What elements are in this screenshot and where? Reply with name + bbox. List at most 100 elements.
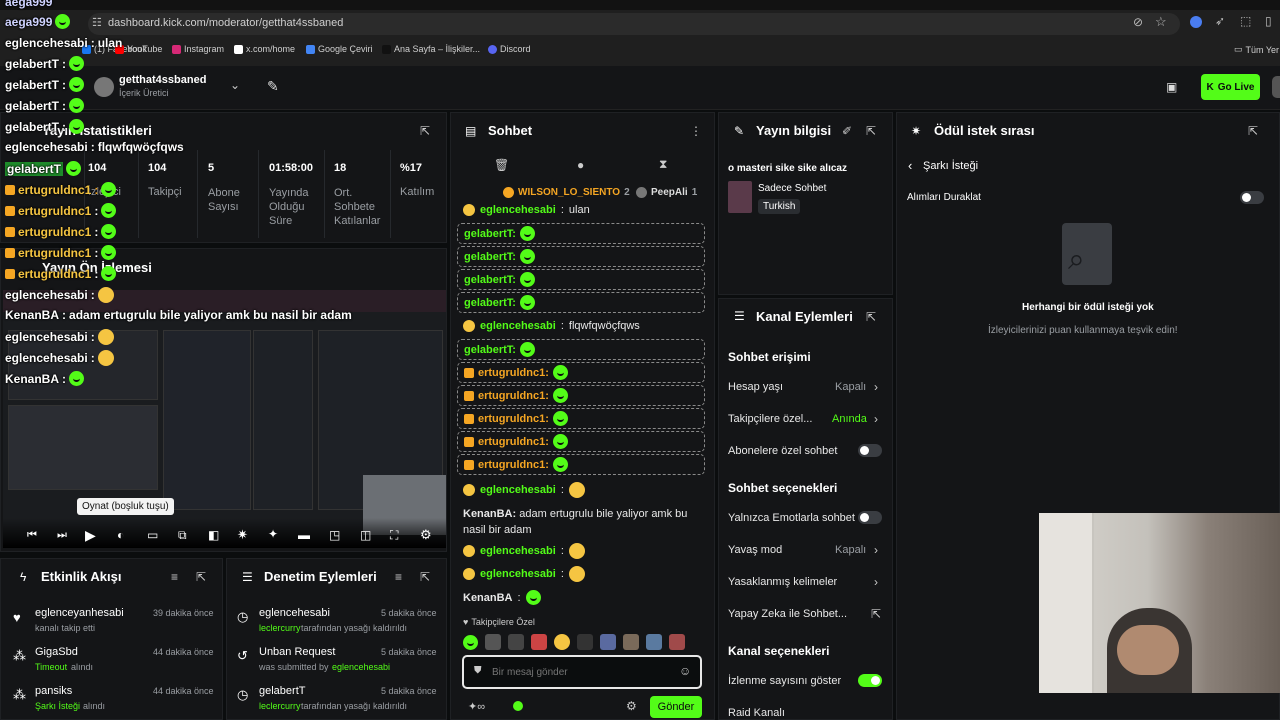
ai-chat-option[interactable]: Yapay Zeka ile Sohbet... [728, 608, 847, 620]
chat-message[interactable]: gelabertT: [457, 292, 705, 313]
chat-message[interactable]: ertugruldnc1: [457, 431, 705, 452]
go-live-button[interactable]: K Go Live [1201, 74, 1260, 100]
chat-message[interactable]: gelabertT: [457, 269, 705, 290]
moderation-item[interactable]: ◷ eglencehesabi leclercurry tarafından y… [237, 607, 442, 637]
mute-icon[interactable]: ◧ [208, 528, 219, 542]
chat-message[interactable]: gelabertT: [457, 246, 705, 267]
chevron-right-icon[interactable]: › [874, 575, 878, 589]
emote[interactable] [577, 634, 593, 650]
chat-message[interactable]: KenanBA: adam ertugrulu bile yaliyor amk… [463, 506, 703, 538]
extension-icon[interactable] [1190, 16, 1202, 28]
send-button[interactable]: Gönder [650, 696, 702, 718]
chat-message[interactable]: ertugruldnc1: [457, 454, 705, 475]
chat-message[interactable]: gelabertT: [457, 339, 705, 360]
chevron-right-icon[interactable]: › [874, 412, 878, 426]
kick-coin-icon[interactable] [513, 701, 523, 711]
star-icon[interactable]: ☆ [1155, 14, 1167, 30]
skip-back-icon[interactable]: ⏮ [27, 529, 37, 542]
chat-message[interactable]: eglencehesabi: flqwfqwöçfqws [463, 320, 640, 332]
emote[interactable] [463, 634, 478, 650]
popout-icon[interactable]: ⇱ [420, 124, 430, 138]
song-request-back[interactable]: Şarkı İsteği [923, 160, 978, 172]
external-link-icon[interactable]: ⇱ [871, 607, 881, 621]
avatar[interactable] [94, 77, 114, 97]
chevron-right-icon[interactable]: › [874, 380, 878, 394]
sparkle-icon[interactable]: ✦ [268, 527, 278, 541]
studio-icon[interactable]: ▣ [1166, 80, 1177, 94]
popout-icon[interactable]: ⇱ [866, 310, 876, 324]
emote[interactable] [646, 634, 662, 650]
chat-message[interactable]: eglencehesabi: ulan [463, 204, 590, 216]
slow-mode-option[interactable]: Yavaş mod [728, 544, 782, 556]
emote[interactable] [531, 634, 547, 650]
gear-icon[interactable]: ⚙ [420, 527, 432, 543]
profile-avatar[interactable] [1272, 76, 1280, 98]
chat-message[interactable]: KenanBA: [463, 590, 541, 605]
activity-item[interactable]: ♥ eglenceyanhesabi kanalı takip etti 39 … [13, 607, 218, 637]
chevron-right-icon[interactable]: › [874, 543, 878, 557]
emote[interactable] [623, 634, 639, 650]
site-info-icon[interactable]: ☷ [92, 16, 102, 29]
chat-message[interactable]: eglencehesabi: [463, 543, 585, 559]
split-icon[interactable]: ▯ [1265, 14, 1272, 28]
fullscreen-icon[interactable]: ⛶ [390, 528, 398, 543]
moderation-item[interactable]: ↺ Unban Request was submitted by eglence… [237, 646, 442, 676]
show-viewers-toggle[interactable] [858, 674, 882, 687]
emoji-icon[interactable]: ☺ [679, 664, 691, 678]
chevron-left-icon[interactable]: ‹ [908, 158, 912, 173]
skip-forward-icon[interactable]: ⏭ [57, 529, 67, 542]
popout-icon[interactable]: ⇱ [1248, 124, 1258, 138]
chat-message[interactable]: gelabertT: [457, 223, 705, 244]
clip-icon[interactable]: ⧉ [178, 528, 187, 543]
pinned-user[interactable]: PeepAli 1 [636, 187, 697, 198]
pinned-user[interactable]: WILSON_LO_SIENTO 2 [503, 187, 630, 198]
category-name[interactable]: Sadece Sohbet [758, 183, 826, 194]
bookmark-x[interactable]: x.com/home [234, 44, 295, 54]
popout-icon[interactable]: ⇱ [420, 570, 430, 584]
camera-icon[interactable]: ▭ [147, 528, 158, 542]
emote[interactable] [554, 634, 570, 650]
hourglass-icon[interactable]: ⧗ [659, 157, 667, 172]
filter-icon[interactable]: ≡ [395, 570, 402, 584]
bookmark-instagram[interactable]: Instagram [172, 44, 224, 54]
cast-icon[interactable]: ◫ [360, 528, 371, 542]
followers-only-option[interactable]: Takipçilere özel... [728, 413, 812, 425]
popout-icon[interactable]: ⇱ [866, 124, 876, 138]
chat-message[interactable]: eglencehesabi: [463, 482, 585, 498]
chat-message[interactable]: ertugruldnc1: [457, 385, 705, 406]
puzzle-icon[interactable]: ⬚ [1240, 14, 1251, 28]
activity-item[interactable]: ⁂ GigaSbd Timeout alındı 44 dakika önce [13, 646, 218, 676]
edit-icon[interactable]: ✐ [842, 124, 852, 138]
chat-bubble-icon[interactable]: ● [577, 158, 584, 172]
moderation-item[interactable]: ◷ gelabertT leclercurry tarafından yasağ… [237, 685, 442, 715]
chat-message[interactable]: ertugruldnc1: [457, 362, 705, 383]
emote-only-toggle[interactable] [858, 511, 882, 524]
chat-input[interactable] [492, 663, 672, 681]
emote[interactable] [485, 634, 501, 650]
pip-icon[interactable]: ◳ [329, 528, 340, 542]
all-bookmarks[interactable]: ▭ Tüm Yer [1234, 44, 1279, 55]
popout-icon[interactable]: ⇱ [196, 570, 206, 584]
theater-icon[interactable]: ▬ [298, 528, 310, 542]
emote[interactable] [669, 634, 685, 650]
activity-item[interactable]: ⁂ pansiks Şarkı İsteği alındı 44 dakika … [13, 685, 218, 715]
bookmark-google-translate[interactable]: Google Çeviri [306, 44, 373, 54]
more-options-icon[interactable]: ⋮ [690, 124, 702, 138]
filter-icon[interactable]: ≡ [171, 570, 178, 584]
sparkles-icon[interactable]: ✦∞ [468, 700, 485, 713]
pin-icon[interactable]: ✎ [267, 78, 279, 95]
settings-gear-icon[interactable]: ✷ [237, 527, 248, 543]
raid-channel-option[interactable]: Raid Kanalı [728, 707, 785, 719]
eye-off-icon[interactable]: ⊘ [1133, 15, 1143, 29]
bookmark-discord[interactable]: Discord [488, 44, 531, 54]
trash-icon[interactable]: 🗑 [494, 158, 509, 172]
volume-icon[interactable]: ◐ [117, 528, 124, 542]
emote[interactable] [600, 634, 616, 650]
chat-message[interactable]: eglencehesabi: [463, 566, 585, 582]
extension-icon[interactable]: ➶ [1215, 14, 1225, 28]
subs-only-toggle[interactable] [858, 444, 882, 457]
chat-message[interactable]: ertugruldnc1: [457, 408, 705, 429]
gear-icon[interactable]: ⚙ [626, 699, 637, 713]
emote-bar[interactable] [463, 631, 703, 653]
emote[interactable] [508, 634, 524, 650]
